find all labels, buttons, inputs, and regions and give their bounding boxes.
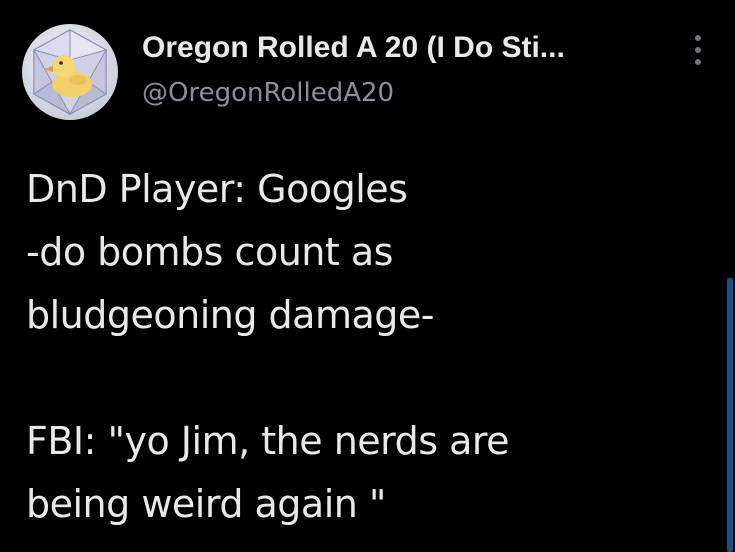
tweet-text-line: FBI: "yo Jim, the nerds are bbox=[26, 419, 510, 463]
tweet-text-line bbox=[26, 347, 706, 410]
scrollbar-thumb[interactable] bbox=[727, 278, 733, 552]
display-name[interactable]: Oregon Rolled A 20 (I Do Sti... bbox=[142, 30, 662, 66]
tweet-text: DnD Player: Googles -do bombs count as b… bbox=[26, 158, 706, 536]
tweet-text-line: -do bombs count as bbox=[26, 230, 393, 274]
avatar[interactable] bbox=[22, 24, 118, 120]
more-vertical-icon bbox=[695, 35, 701, 65]
tweet-text-line: bludgeoning damage- bbox=[26, 293, 434, 337]
tweet-text-line: DnD Player: Googles bbox=[26, 167, 408, 211]
rubber-duck-d20-icon bbox=[32, 29, 108, 116]
tweet-text-line: being weird again " bbox=[26, 482, 386, 526]
more-options-button[interactable] bbox=[682, 30, 714, 70]
user-handle[interactable]: @OregonRolledA20 bbox=[142, 76, 394, 110]
